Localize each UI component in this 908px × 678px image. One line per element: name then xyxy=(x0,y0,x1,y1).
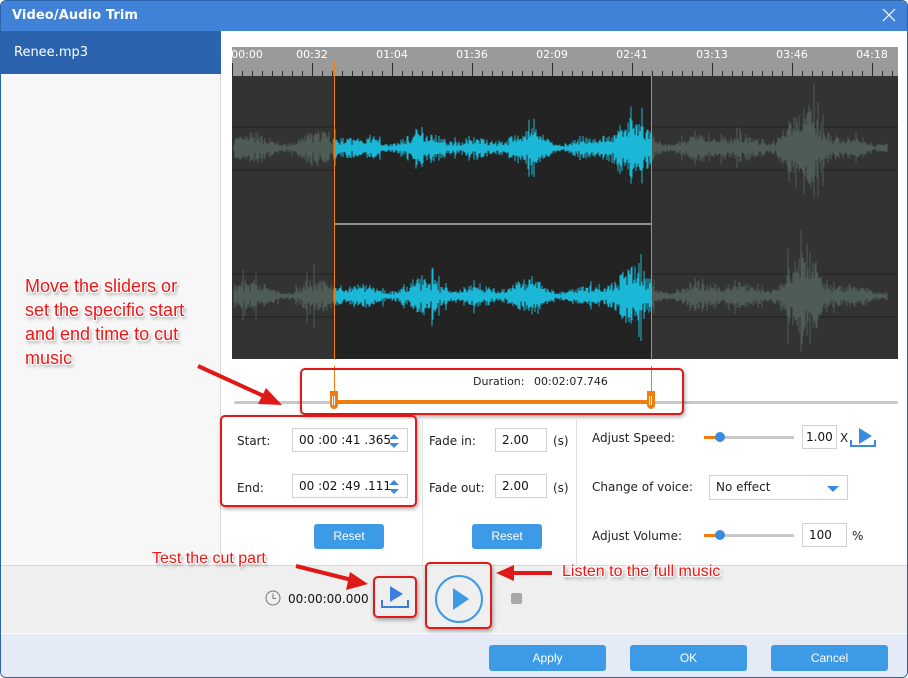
annotation-line: set the specific start xyxy=(25,300,185,320)
clock-icon xyxy=(265,590,281,606)
reset-cut-button[interactable]: Reset xyxy=(314,524,384,549)
timeline-major-tick xyxy=(232,63,233,76)
timeline-major-tick xyxy=(312,63,313,76)
speed-field[interactable]: 1.00 xyxy=(802,425,837,449)
voice-select[interactable]: No effect xyxy=(709,475,848,500)
voice-selected-value: No effect xyxy=(716,480,771,494)
stop-button[interactable] xyxy=(511,593,522,604)
volume-slider-knob[interactable] xyxy=(715,530,726,540)
play-cut-part-button[interactable] xyxy=(381,585,409,609)
ok-button[interactable]: OK xyxy=(630,645,747,671)
timeline-tick-label: 02:41 xyxy=(616,48,648,61)
volume-value: 100 xyxy=(809,528,832,542)
waveform-graphic xyxy=(232,76,898,359)
timeline-tick-label: 00:00 xyxy=(232,48,263,61)
trim-start-handle[interactable] xyxy=(330,391,338,409)
volume-field[interactable]: 100 xyxy=(802,523,847,547)
current-time: 00:00:00.000 xyxy=(288,592,369,606)
timeline-ruler[interactable]: 00:00 00:32 01:04 01:36 02:09 02:41 03:13 03:46… xyxy=(232,47,898,76)
timeline-tick-label: 04:18 xyxy=(856,48,888,61)
column-divider xyxy=(576,420,577,565)
timeline-tick-label: 00:32 xyxy=(296,48,328,61)
end-time-value: 00 :02 :49 .111 xyxy=(299,479,392,493)
waveform-view[interactable] xyxy=(232,76,898,359)
timeline-major-tick xyxy=(632,63,633,76)
annotation-line: and end time to cut xyxy=(25,324,179,344)
playback-bar: 00:00:00.000 xyxy=(1,565,907,633)
file-item[interactable]: Renee.mp3 xyxy=(1,31,221,74)
fade-in-value: 2.00 xyxy=(502,433,529,447)
fade-out-unit: (s) xyxy=(553,481,569,495)
start-time-value: 00 :00 :41 .365 xyxy=(299,433,392,447)
duration-value: 00:02:07.746 xyxy=(533,375,608,388)
timeline-tick-label: 03:13 xyxy=(696,48,728,61)
timeline-major-tick xyxy=(392,63,393,76)
timeline-major-tick xyxy=(552,63,553,76)
play-full-button[interactable] xyxy=(434,574,484,624)
dialog-title: Video/Audio Trim xyxy=(12,8,139,23)
end-label: End: xyxy=(237,481,264,495)
speed-label: Adjust Speed: xyxy=(592,431,675,445)
timeline-tick-label: 03:46 xyxy=(776,48,808,61)
voice-label: Change of voice: xyxy=(592,480,693,494)
dialog-footer: Apply OK Cancel xyxy=(1,633,907,677)
end-time-spinner-icon[interactable] xyxy=(389,479,399,495)
fade-out-field[interactable]: 2.00 xyxy=(495,474,547,498)
trim-end-handle[interactable] xyxy=(647,391,655,409)
column-divider xyxy=(422,420,423,565)
start-time-field[interactable]: 00 :00 :41 .365 xyxy=(292,428,408,452)
chevron-down-icon xyxy=(827,486,839,492)
speed-slider[interactable] xyxy=(704,430,794,444)
duration-label: Duration: xyxy=(473,375,525,388)
start-time-spinner-icon[interactable] xyxy=(389,433,399,449)
timeline-selection-marker xyxy=(651,61,652,76)
trim-range: Duration: 00:02:07.746 xyxy=(222,366,907,416)
timeline-major-tick xyxy=(872,63,873,76)
annotation-test-cut-note: Test the cut part xyxy=(152,550,266,567)
volume-label: Adjust Volume: xyxy=(592,529,682,543)
volume-unit: % xyxy=(852,529,864,543)
start-label: Start: xyxy=(237,434,271,448)
end-time-field[interactable]: 00 :02 :49 .111 xyxy=(292,474,408,498)
trim-selection-bar xyxy=(334,400,651,404)
trim-marker-stem xyxy=(651,366,652,392)
timeline-selection-marker xyxy=(334,61,335,76)
close-icon[interactable] xyxy=(881,7,897,23)
timeline-tick-label: 01:04 xyxy=(376,48,408,61)
annotation-line: music xyxy=(25,348,73,368)
duration-readout: Duration: 00:02:07.746 xyxy=(473,375,608,388)
timeline-major-tick xyxy=(472,63,473,76)
speed-slider-knob[interactable] xyxy=(715,432,726,442)
cancel-button[interactable]: Cancel xyxy=(771,645,888,671)
fade-in-unit: (s) xyxy=(553,434,569,448)
preview-speed-icon[interactable] xyxy=(850,426,876,448)
annotation-full-music-note: Listen to the full music xyxy=(562,563,721,580)
fade-out-value: 2.00 xyxy=(502,479,529,493)
speed-unit: X xyxy=(840,431,849,445)
speed-value: 1.00 xyxy=(806,430,833,444)
editor-panel: 00:00 00:32 01:04 01:36 02:09 02:41 03:13 03:46… xyxy=(222,31,907,565)
reset-fade-button[interactable]: Reset xyxy=(472,524,542,549)
timeline-tick-label: 01:36 xyxy=(456,48,488,61)
title-bar: Video/Audio Trim xyxy=(1,1,907,31)
annotation-line: Move the sliders or xyxy=(25,276,178,296)
timeline-tick-label: 02:09 xyxy=(536,48,568,61)
fade-in-field[interactable]: 2.00 xyxy=(495,428,547,452)
timeline-major-tick xyxy=(792,63,793,76)
fade-in-label: Fade in: xyxy=(429,434,476,448)
annotation-sliders-note: Move the sliders or set the specific sta… xyxy=(25,274,184,370)
apply-button[interactable]: Apply xyxy=(489,645,606,671)
trim-controls: Start: 00 :00 :41 .365 End: 00 :02 :49 .… xyxy=(222,416,907,565)
trim-marker-stem xyxy=(334,366,335,392)
volume-slider[interactable] xyxy=(704,528,794,542)
timeline-major-tick xyxy=(712,63,713,76)
fade-out-label: Fade out: xyxy=(429,481,485,495)
